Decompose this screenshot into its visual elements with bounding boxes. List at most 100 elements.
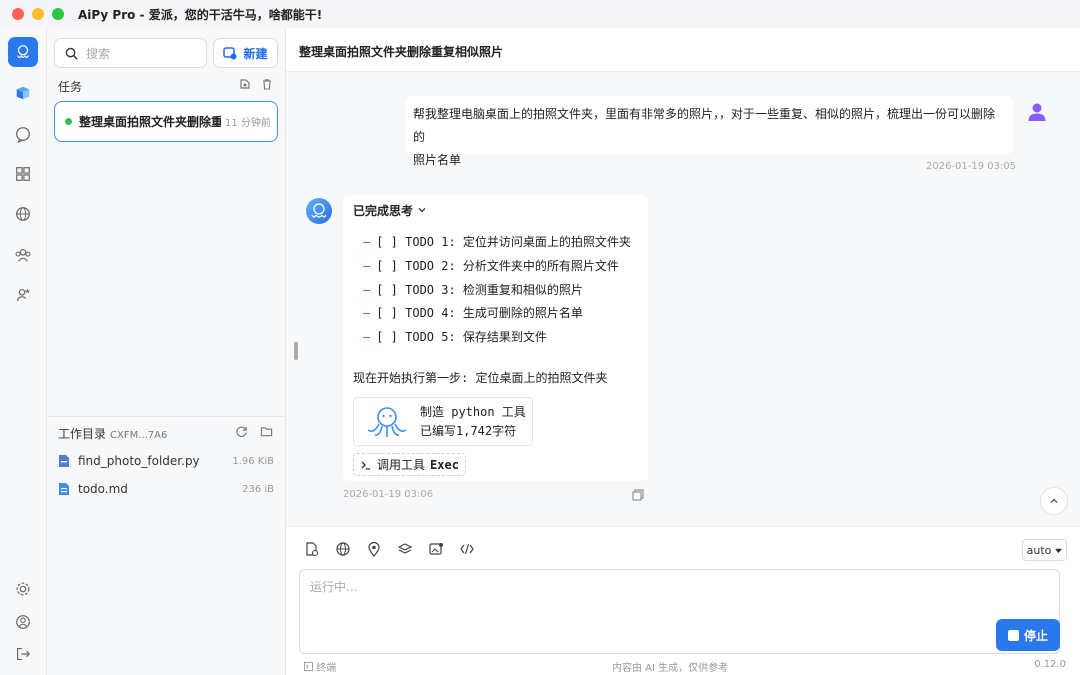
todo-text: [ ] TODO 2: 分析文件夹中的所有照片文件 xyxy=(376,259,619,273)
terminal-small-icon xyxy=(304,662,313,671)
user-message-line: 帮我整理电脑桌面上的拍照文件夹，里面有非常多的照片，，对于一些重复、相似的照片，… xyxy=(413,107,996,144)
todo-text: [ ] TODO 5: 保存结果到文件 xyxy=(376,330,547,344)
task-item-active[interactable]: 整理桌面拍照文件夹删除重复相似照片 11 分钟前 xyxy=(54,101,278,142)
tasks-heading: 任务 xyxy=(58,80,83,94)
stop-label: 停止 xyxy=(1023,628,1048,643)
list-bullet: – xyxy=(363,306,371,320)
todo-item: –[ ] TODO 4: 生成可删除的照片名单 xyxy=(363,304,583,321)
apps-icon[interactable] xyxy=(9,160,37,188)
terminal-label: 终端 xyxy=(316,663,337,674)
code-icon[interactable] xyxy=(459,541,475,557)
layers-icon[interactable] xyxy=(397,541,413,557)
composer: auto 运行中... 停止 终端 内容由 AI 生成，仅供参考 0.12.0 xyxy=(286,526,1080,675)
folder-icon[interactable] xyxy=(260,425,273,438)
location-icon[interactable] xyxy=(366,541,382,557)
panel-resize-handle[interactable] xyxy=(294,342,298,360)
assistant-message: 已完成思考 –[ ] TODO 1: 定位并访问桌面上的拍照文件夹 –[ ] T… xyxy=(343,195,648,481)
status-footer: 终端 内容由 AI 生成，仅供参考 0.12.0 xyxy=(286,657,1080,675)
tool-card[interactable]: 制造 python 工具 已编写1,742字符 xyxy=(353,397,533,446)
search-icon xyxy=(65,47,78,60)
user-avatar-icon xyxy=(1028,103,1046,121)
logout-icon[interactable] xyxy=(9,640,37,668)
tasks-icon[interactable] xyxy=(9,79,37,107)
minimize-window-button[interactable] xyxy=(32,8,44,20)
todo-item: –[ ] TODO 3: 检测重复和相似的照片 xyxy=(363,281,583,298)
chevron-up-icon xyxy=(1050,498,1058,503)
scroll-to-top-button[interactable] xyxy=(1040,487,1068,515)
task-sidebar: 搜索 新建 任务 整理桌面拍照文件夹删除重复相似照片 11 分钟前 工作目录CX… xyxy=(47,28,286,675)
new-task-button[interactable]: 新建 xyxy=(213,38,278,68)
copy-icon[interactable] xyxy=(632,489,644,501)
tasks-actions xyxy=(239,78,273,90)
account-icon[interactable] xyxy=(9,608,37,636)
logo-icon[interactable] xyxy=(8,37,38,67)
terminal-toggle[interactable]: 终端 xyxy=(304,659,336,674)
list-bullet: – xyxy=(363,235,371,249)
new-task-label: 新建 xyxy=(243,46,268,61)
message-input-placeholder: 运行中... xyxy=(310,580,358,594)
chevron-down-icon xyxy=(418,208,426,213)
title-bar: AiPy Pro - 爱派，您的干活牛马，啥都能干! xyxy=(0,0,1080,28)
refresh-icon[interactable] xyxy=(235,425,248,438)
file-item[interactable]: find_photo_folder.py 1.96 KiB xyxy=(58,451,274,471)
assistant-message-timestamp: 2026-01-19 03:06 xyxy=(343,489,434,500)
main-panel: 整理桌面拍照文件夹删除重复相似照片 帮我整理电脑桌面上的拍照文件夹，里面有非常多… xyxy=(286,28,1080,675)
user-message: 帮我整理电脑桌面上的拍照文件夹，里面有非常多的照片，，对于一些重复、相似的照片，… xyxy=(405,96,1013,167)
import-icon[interactable] xyxy=(239,78,251,90)
todo-item: –[ ] TODO 2: 分析文件夹中的所有照片文件 xyxy=(363,257,619,274)
file-size: 1.96 KiB xyxy=(232,455,274,467)
chat-icon[interactable] xyxy=(9,120,37,148)
terminal-icon xyxy=(361,461,371,470)
todo-item: –[ ] TODO 5: 保存结果到文件 xyxy=(363,328,547,345)
nav-rail xyxy=(0,28,47,675)
trash-icon[interactable] xyxy=(261,78,273,90)
message-list[interactable]: 帮我整理电脑桌面上的拍照文件夹，里面有非常多的照片，，对于一些重复、相似的照片，… xyxy=(286,73,1080,526)
file-size: 236 iB xyxy=(242,483,274,495)
stop-icon xyxy=(1007,629,1019,641)
settings-icon[interactable] xyxy=(9,575,37,603)
user-message-line: 照片名单 xyxy=(413,153,462,167)
octopus-icon xyxy=(367,406,407,437)
file-item[interactable]: todo.md 236 iB xyxy=(58,479,274,499)
thinking-label: 已完成思考 xyxy=(353,204,414,218)
task-item-time: 11 分钟前 xyxy=(225,118,271,129)
exec-name: Exec xyxy=(430,457,459,472)
web-search-icon[interactable] xyxy=(335,541,351,557)
list-bullet: – xyxy=(363,283,371,297)
todo-text: [ ] TODO 3: 检测重复和相似的照片 xyxy=(376,283,583,297)
stop-button[interactable]: 停止 xyxy=(996,619,1060,651)
model-mode-select[interactable]: auto xyxy=(1022,539,1067,561)
attach-file-icon[interactable] xyxy=(304,541,320,557)
close-window-button[interactable] xyxy=(12,8,24,20)
assistant-avatar-icon xyxy=(306,198,332,224)
model-mode-value: auto xyxy=(1026,543,1052,557)
workdir-id: CXFM...7A6 xyxy=(110,430,168,441)
new-chat-icon xyxy=(223,47,237,60)
caret-down-icon xyxy=(1055,548,1063,553)
conversation-header: 整理桌面拍照文件夹删除重复相似照片 xyxy=(286,28,1080,72)
user-star-icon[interactable] xyxy=(9,281,37,309)
exec-tool-button[interactable]: 调用工具 Exec xyxy=(353,453,466,476)
search-input[interactable]: 搜索 xyxy=(54,38,207,68)
exec-prefix: 调用工具 xyxy=(377,458,426,472)
app-version: 0.12.0 xyxy=(1034,659,1066,670)
step-status-text: 现在开始执行第一步: 定位桌面上的拍照文件夹 xyxy=(353,371,608,385)
todo-item: –[ ] TODO 1: 定位并访问桌面上的拍照文件夹 xyxy=(363,233,631,250)
file-name: todo.md xyxy=(78,482,128,496)
file-name: find_photo_folder.py xyxy=(78,454,200,468)
zoom-window-button[interactable] xyxy=(52,8,64,20)
message-input[interactable]: 运行中... xyxy=(299,569,1060,654)
globe-icon[interactable] xyxy=(9,200,37,228)
tool-card-detail: 已编写1,742字符 xyxy=(420,423,517,438)
list-bullet: – xyxy=(363,259,371,273)
app-title: AiPy Pro - 爱派，您的干活牛马，啥都能干! xyxy=(78,7,323,22)
image-generate-icon[interactable] xyxy=(428,541,444,557)
todo-text: [ ] TODO 4: 生成可删除的照片名单 xyxy=(376,306,583,320)
thinking-toggle[interactable]: 已完成思考 xyxy=(353,202,427,219)
composer-toolbar xyxy=(304,541,475,557)
running-status-dot xyxy=(65,118,72,125)
workdir-title: 工作目录 xyxy=(58,427,107,441)
workdir-heading: 工作目录 CXFM...7A6 xyxy=(58,425,167,442)
team-icon[interactable] xyxy=(9,241,37,269)
window-controls xyxy=(12,8,64,20)
